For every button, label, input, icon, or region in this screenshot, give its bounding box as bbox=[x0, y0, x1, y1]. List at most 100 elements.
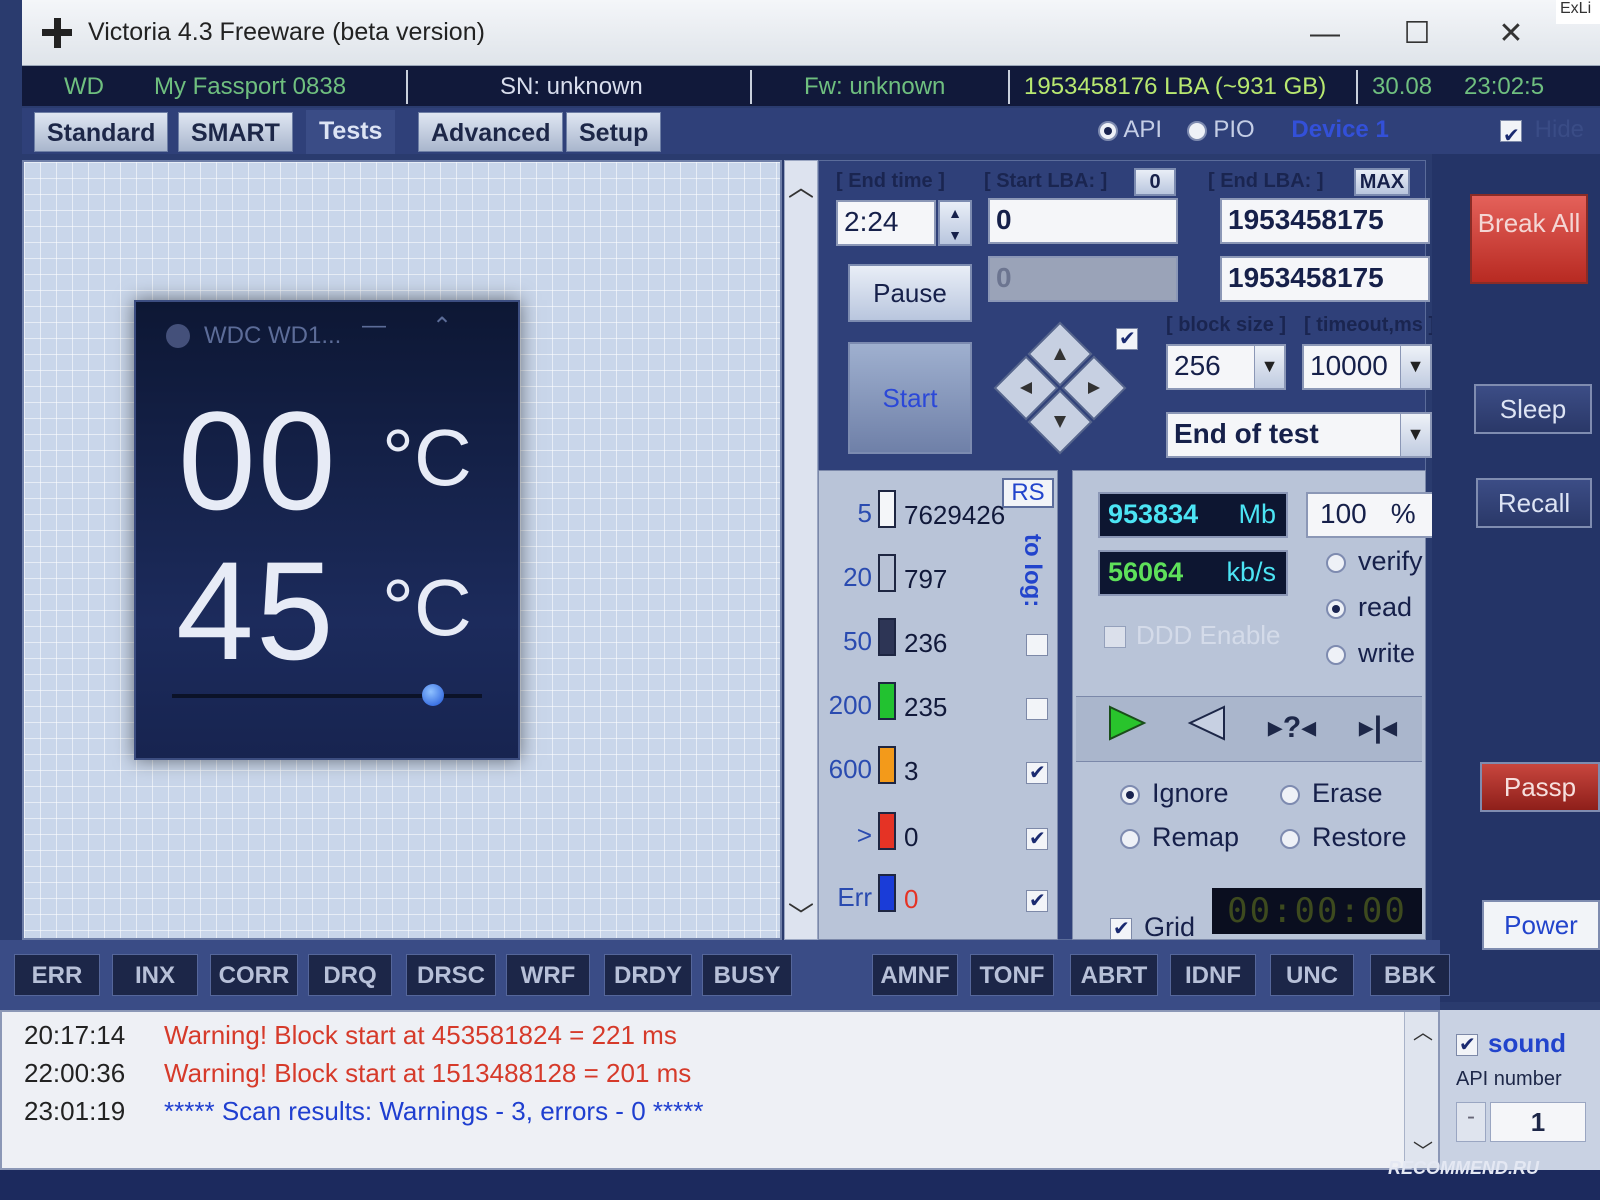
log-message: ***** Scan results: Warnings - 3, errors… bbox=[164, 1096, 704, 1126]
stat-log-checkbox[interactable] bbox=[1026, 888, 1048, 913]
action-radio[interactable] bbox=[1280, 828, 1300, 849]
end-lba-input[interactable]: 1953458175 bbox=[1220, 198, 1430, 244]
sound-checkbox[interactable] bbox=[1456, 1032, 1478, 1057]
stat-row: 50 236 bbox=[818, 618, 1058, 658]
mode-radio[interactable] bbox=[1326, 552, 1346, 573]
action-option-remap[interactable]: Remap bbox=[1120, 822, 1239, 853]
sleep-button[interactable]: Sleep bbox=[1474, 384, 1592, 434]
stat-row: 5 7629426 bbox=[818, 490, 1058, 530]
action-label: Restore bbox=[1312, 822, 1407, 852]
rewind-icon[interactable] bbox=[1176, 705, 1236, 751]
hide-checkbox[interactable] bbox=[1500, 118, 1522, 154]
watermark-text: RECOMMEND.RU bbox=[1388, 1158, 1539, 1178]
recall-button[interactable]: Recall bbox=[1476, 478, 1592, 528]
ddd-option: DDD Enable bbox=[1104, 620, 1281, 651]
action-option-ignore[interactable]: Ignore bbox=[1120, 778, 1229, 809]
gadget-close-icon[interactable]: ⌃ bbox=[432, 312, 452, 341]
action-radio[interactable] bbox=[1280, 784, 1300, 805]
action-radio[interactable] bbox=[1120, 784, 1140, 805]
event-log: 20:17:14 Warning! Block start at 45358182… bbox=[0, 1010, 1440, 1170]
chevron-down-icon[interactable]: ▼ bbox=[1400, 346, 1430, 388]
break-all-button[interactable]: Break All bbox=[1470, 194, 1588, 284]
end-time-input[interactable]: 2:24 bbox=[836, 200, 936, 246]
action-option-restore[interactable]: Restore bbox=[1280, 822, 1407, 853]
pause-button[interactable]: Pause bbox=[848, 264, 972, 322]
api-number-decrement[interactable]: - bbox=[1456, 1102, 1486, 1142]
stat-log-checkbox[interactable] bbox=[1026, 826, 1048, 851]
start-lba-input[interactable]: 0 bbox=[988, 198, 1178, 244]
temperature-unit-2: °C bbox=[382, 563, 472, 652]
log-scrollbar[interactable]: ︿ ﹀ bbox=[1404, 1012, 1438, 1168]
stat-color-bar bbox=[878, 812, 896, 850]
processed-mb-value: 953834 bbox=[1108, 499, 1199, 529]
gadget-drive-icon bbox=[166, 324, 190, 348]
end-time-spinner[interactable]: ▲ ▼ bbox=[938, 200, 972, 246]
butterfly-icon[interactable]: ▸|◂ bbox=[1348, 705, 1408, 751]
action-radio[interactable] bbox=[1120, 828, 1140, 849]
block-size-value: 256 bbox=[1174, 350, 1221, 381]
ddd-checkbox[interactable] bbox=[1104, 626, 1126, 649]
power-button[interactable]: Power bbox=[1482, 900, 1600, 950]
pio-radio[interactable] bbox=[1186, 120, 1207, 141]
flag-unc: UNC bbox=[1270, 954, 1354, 996]
flag-drq: DRQ bbox=[308, 954, 392, 996]
drive-capacity: 1953458176 LBA (~931 GB) bbox=[1012, 70, 1358, 104]
direction-checkbox[interactable] bbox=[1116, 326, 1138, 351]
scroll-up-icon[interactable]: ︿ bbox=[785, 167, 817, 204]
api-number-input[interactable]: 1 bbox=[1490, 1102, 1586, 1142]
end-time-label: [ End time ] bbox=[836, 170, 945, 192]
log-scroll-up-icon[interactable]: ︿ bbox=[1413, 1016, 1433, 1045]
play-icon[interactable] bbox=[1096, 705, 1156, 751]
mode-option-write[interactable]: write bbox=[1326, 638, 1415, 669]
tab-advanced[interactable]: Advanced bbox=[418, 112, 564, 152]
tab-standard[interactable]: Standard bbox=[34, 112, 169, 152]
grid-checkbox[interactable] bbox=[1110, 916, 1132, 941]
mode-radio[interactable] bbox=[1326, 644, 1346, 665]
stat-log-checkbox[interactable] bbox=[1026, 698, 1048, 721]
ddd-label: DDD Enable bbox=[1136, 620, 1281, 650]
stat-log-checkbox[interactable] bbox=[1026, 634, 1048, 657]
gadget-slider-knob[interactable] bbox=[422, 684, 444, 706]
api-radio[interactable] bbox=[1098, 120, 1118, 141]
processed-mb-unit: Mb bbox=[1238, 499, 1276, 529]
flag-err: ERR bbox=[14, 954, 100, 996]
password-button[interactable]: Passp bbox=[1480, 762, 1600, 812]
processed-mb-display: 953834 Mb bbox=[1098, 492, 1288, 538]
mode-option-verify[interactable]: verify bbox=[1326, 546, 1423, 577]
tab-tests[interactable]: Tests bbox=[306, 110, 396, 154]
random-seek-icon[interactable]: ▸?◂ bbox=[1262, 705, 1322, 751]
stat-count: 0 bbox=[904, 822, 919, 852]
mode-radio[interactable] bbox=[1326, 598, 1346, 619]
maximize-icon[interactable]: ☐ bbox=[1392, 12, 1442, 56]
chevron-down-icon[interactable]: ▼ bbox=[1400, 414, 1430, 456]
start-lba-reset-button[interactable]: 0 bbox=[1134, 168, 1176, 196]
flag-busy: BUSY bbox=[702, 954, 792, 996]
grid-label: Grid bbox=[1144, 912, 1196, 942]
device-label[interactable]: Device 1 bbox=[1291, 116, 1388, 143]
block-size-select[interactable]: 256 ▼ bbox=[1166, 344, 1286, 390]
start-button[interactable]: Start bbox=[848, 342, 972, 454]
block-size-label: [ block size ] bbox=[1166, 314, 1287, 336]
current-lba-start: 0 bbox=[988, 256, 1178, 302]
gadget-minimize-icon[interactable]: — bbox=[362, 312, 386, 340]
tab-setup[interactable]: Setup bbox=[566, 112, 662, 152]
end-action-select[interactable]: End of test ▼ bbox=[1166, 412, 1432, 458]
stat-row: 20 797 bbox=[818, 554, 1058, 594]
action-option-erase[interactable]: Erase bbox=[1280, 778, 1383, 809]
log-message: Warning! Block start at 453581824 = 221 … bbox=[164, 1020, 677, 1050]
stat-color-bar bbox=[878, 682, 896, 720]
minimize-icon[interactable]: — bbox=[1300, 12, 1350, 56]
pio-label: PIO bbox=[1213, 116, 1255, 143]
timeout-select[interactable]: 10000 ▼ bbox=[1302, 344, 1432, 390]
temperature-reading-1: 00 bbox=[178, 382, 338, 539]
stat-threshold: 600 bbox=[828, 754, 872, 784]
scroll-down-icon[interactable]: ﹀ bbox=[785, 896, 817, 933]
stat-log-checkbox[interactable] bbox=[1026, 760, 1048, 785]
scan-map-scrollbar[interactable]: ︿ ﹀ bbox=[784, 160, 818, 940]
close-icon[interactable]: ✕ bbox=[1486, 12, 1536, 56]
end-lba-max-button[interactable]: MAX bbox=[1354, 168, 1410, 196]
chevron-down-icon[interactable]: ▼ bbox=[1254, 346, 1284, 388]
tab-smart[interactable]: SMART bbox=[178, 112, 293, 152]
direction-pad[interactable] bbox=[990, 318, 1130, 458]
mode-option-read[interactable]: read bbox=[1326, 592, 1412, 623]
